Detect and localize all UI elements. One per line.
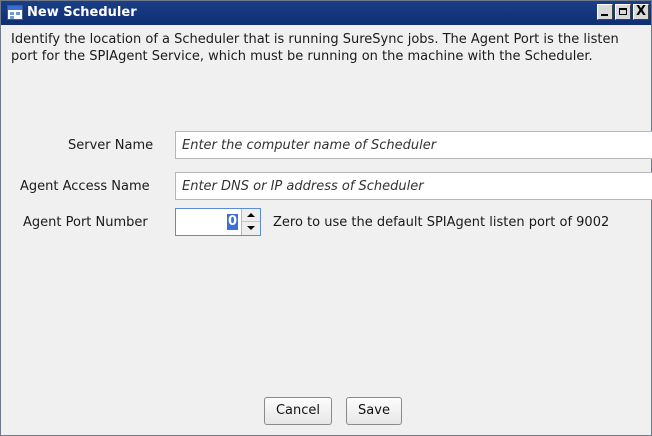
agent-port-hint: Zero to use the default SPIAgent listen …: [273, 215, 610, 230]
minimize-button[interactable]: [597, 4, 613, 20]
close-icon: X: [635, 4, 647, 19]
server-name-row: Server Name Enter the computer name of S…: [1, 131, 652, 159]
spin-down-icon: [247, 226, 255, 230]
spin-up-button[interactable]: [242, 209, 260, 222]
maximize-icon: [619, 8, 627, 15]
agent-port-number-label: Agent Port Number: [23, 215, 148, 230]
close-button[interactable]: X: [633, 4, 649, 20]
agent-access-name-label: Agent Access Name: [20, 179, 150, 194]
server-name-label: Server Name: [68, 138, 154, 153]
maximize-button[interactable]: [615, 4, 631, 20]
agent-port-number-stepper[interactable]: 0: [175, 208, 261, 236]
scheduler-window-icon: [7, 5, 23, 20]
spinner-buttons: [241, 209, 260, 235]
window-title: New Scheduler: [27, 5, 137, 20]
spin-down-button[interactable]: [242, 222, 260, 235]
minimize-icon: [601, 14, 608, 16]
intro-text: Identify the location of a Scheduler tha…: [11, 32, 619, 64]
cancel-button[interactable]: Cancel: [264, 397, 332, 425]
agent-port-number-row: Agent Port Number 0 Zero to use the defa…: [1, 208, 652, 236]
agent-access-name-row: Agent Access Name Enter DNS or IP addres…: [1, 172, 652, 200]
dialog-content: Identify the location of a Scheduler tha…: [1, 25, 652, 435]
window-controls: X: [597, 4, 649, 22]
spin-up-icon: [247, 213, 255, 217]
agent-port-number-value[interactable]: 0: [226, 214, 238, 230]
agent-access-name-input[interactable]: Enter DNS or IP address of Scheduler: [175, 172, 652, 200]
new-scheduler-window: New Scheduler X Identify the location of…: [0, 0, 652, 436]
save-button[interactable]: Save: [346, 397, 402, 425]
server-name-input[interactable]: Enter the computer name of Scheduler: [175, 131, 652, 159]
title-bar[interactable]: New Scheduler X: [1, 1, 651, 25]
